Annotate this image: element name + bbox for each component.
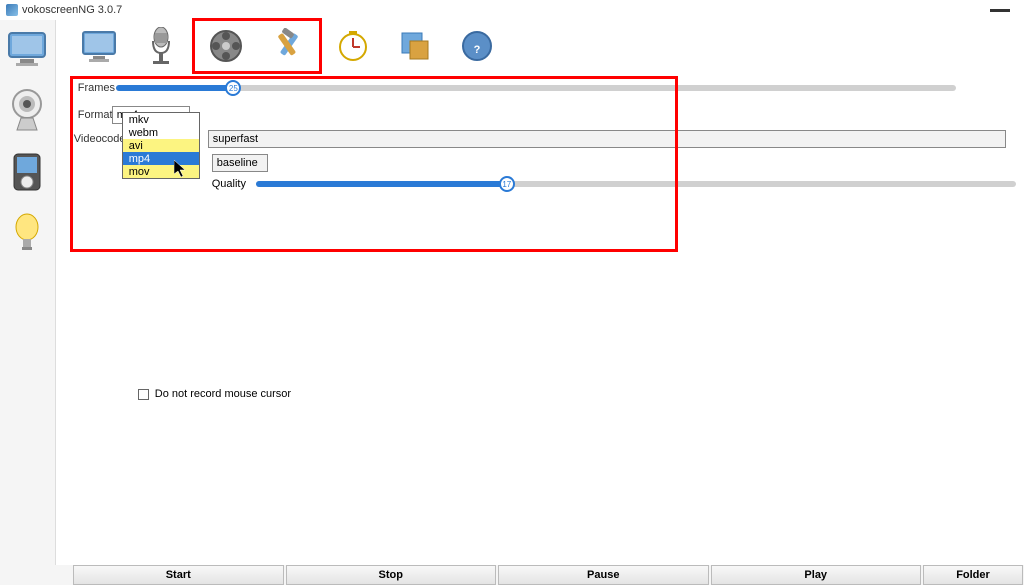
tab-timer[interactable] <box>322 21 384 71</box>
cursor-checkbox-row[interactable]: Do not record mouse cursor <box>138 388 291 400</box>
format-option-mkv[interactable]: mkv <box>123 113 199 126</box>
play-button[interactable]: Play <box>711 565 922 585</box>
format-row: Format mp4 <box>70 106 1024 124</box>
preset-value: superfast <box>213 133 258 145</box>
tab-misc[interactable] <box>384 21 446 71</box>
sidebar-webcam-icon[interactable] <box>5 88 49 132</box>
content-area: ? Frames 25 Format mp4 mkv <box>55 20 1024 565</box>
start-button[interactable]: Start <box>73 565 284 585</box>
quality-slider[interactable]: 17 <box>256 181 1016 187</box>
sidebar-monitor-icon[interactable] <box>5 26 49 70</box>
pause-button[interactable]: Pause <box>498 565 709 585</box>
bottombar: Start Stop Pause Play Folder <box>0 565 1024 585</box>
profile-row: baseline <box>212 154 1024 172</box>
format-option-mov[interactable]: mov <box>123 165 199 178</box>
frames-slider[interactable]: 25 <box>116 85 956 91</box>
app-logo-icon <box>6 4 18 16</box>
sidebar-player-icon[interactable] <box>5 150 49 194</box>
sidebar-lightbulb-icon[interactable] <box>5 212 49 256</box>
tab-audio[interactable] <box>130 21 192 71</box>
format-option-avi[interactable]: avi <box>123 139 199 152</box>
sidebar <box>0 20 55 565</box>
format-option-mp4[interactable]: mp4 <box>123 152 199 165</box>
cursor-checkbox-label: Do not record mouse cursor <box>155 388 291 400</box>
quality-thumb[interactable]: 17 <box>499 176 515 192</box>
format-option-webm[interactable]: webm <box>123 126 199 139</box>
frames-label: Frames <box>70 82 112 94</box>
tab-help[interactable]: ? <box>446 21 508 71</box>
toolbar: ? <box>56 20 1024 72</box>
quality-row: Quality 17 <box>212 178 1024 190</box>
tab-screen[interactable] <box>68 21 130 71</box>
frames-row: Frames 25 <box>70 82 1024 94</box>
preset-field[interactable]: superfast <box>208 130 1006 148</box>
minimize-icon[interactable] <box>990 9 1010 12</box>
tab-tools[interactable] <box>257 21 319 71</box>
profile-value: baseline <box>217 157 258 169</box>
format-label: Format <box>70 109 112 121</box>
highlighted-tabs <box>192 18 322 74</box>
format-dropdown[interactable]: mkv webm avi mp4 mov <box>122 112 200 179</box>
quality-label: Quality <box>212 178 246 190</box>
window-title: vokoscreenNG 3.0.7 <box>22 4 122 16</box>
profile-combo[interactable]: baseline <box>212 154 268 172</box>
checkbox-icon[interactable] <box>138 389 149 400</box>
folder-button[interactable]: Folder <box>923 565 1023 585</box>
videocodec-label: Videocodec <box>66 133 118 145</box>
stop-button[interactable]: Stop <box>286 565 497 585</box>
frames-thumb[interactable]: 25 <box>225 80 241 96</box>
svg-text:?: ? <box>473 44 480 56</box>
videocodec-row: Videocodec superfast <box>70 130 1024 148</box>
titlebar: vokoscreenNG 3.0.7 <box>0 0 1024 20</box>
tab-video-codec[interactable] <box>195 21 257 71</box>
